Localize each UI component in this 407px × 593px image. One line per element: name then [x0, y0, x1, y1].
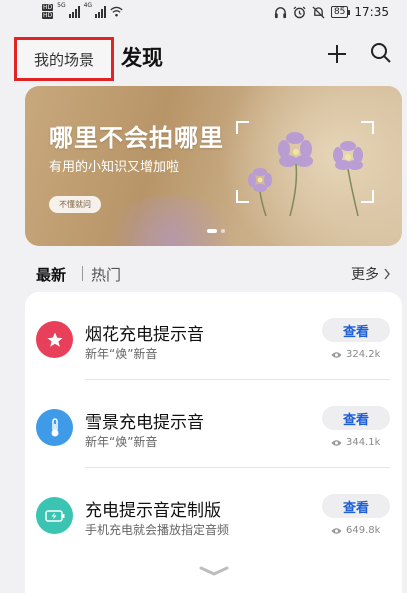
item-description: 新年“焕”新音 — [85, 347, 158, 361]
item-description: 手机充电就会播放指定音频 — [85, 523, 230, 537]
thermometer-icon — [36, 409, 73, 446]
tab-latest[interactable]: 最新 — [36, 264, 66, 285]
status-bar-right: 85 17:35 — [274, 5, 389, 19]
tab-discover[interactable]: 发现 — [121, 42, 163, 72]
headphones-icon — [274, 6, 287, 18]
item-description: 新年“焕”新音 — [85, 435, 158, 449]
app-header: 我的场景 发现 — [0, 28, 407, 84]
wifi-icon — [110, 6, 123, 17]
eye-icon — [331, 527, 342, 534]
banner-subtitle: 有用的小知识又增加啦 — [49, 160, 180, 175]
carousel-dot-active — [207, 229, 217, 233]
alarm-icon — [293, 6, 306, 18]
item-title: 烟花充电提示音 — [85, 325, 204, 345]
battery-charging-icon — [36, 497, 73, 534]
list-tabs: 最新 热门 更多 — [0, 256, 407, 290]
status-bar: HD HD 5G 4G 85 17:35 — [0, 0, 407, 28]
hd-badges: HD HD — [42, 4, 54, 19]
signal-label: 4G — [83, 2, 93, 9]
list-item[interactable]: 雪景充电提示音 新年“焕”新音 查看 344.1k — [25, 380, 402, 468]
banner-title: 哪里不会拍哪里 — [49, 124, 224, 152]
camera-frame-icon — [236, 121, 374, 203]
item-title: 雪景充电提示音 — [85, 413, 204, 433]
signal-label: 5G — [57, 2, 66, 9]
carousel-dot — [221, 229, 225, 233]
view-count-value: 324.2k — [346, 349, 381, 360]
signal-icon — [95, 5, 107, 18]
search-icon[interactable] — [369, 41, 393, 65]
view-count: 344.1k — [331, 437, 380, 448]
view-button[interactable]: 查看 — [322, 318, 390, 342]
status-bar-left: HD HD 5G 4G — [42, 2, 123, 19]
view-count-value: 344.1k — [346, 437, 381, 448]
view-button[interactable]: 查看 — [322, 406, 390, 430]
tab-divider — [82, 266, 83, 281]
more-link[interactable]: 更多 — [351, 264, 391, 284]
view-count: 649.8k — [331, 525, 380, 536]
view-count-value: 649.8k — [346, 525, 381, 536]
list-item[interactable]: 充电提示音定制版 手机充电就会播放指定音频 查看 649.8k — [25, 468, 402, 556]
hd-badge: HD — [42, 4, 54, 11]
signal-icon — [68, 5, 80, 18]
view-count: 324.2k — [331, 349, 380, 360]
carousel-indicator — [207, 229, 225, 233]
mute-bell-icon — [312, 5, 325, 19]
hd-badge: HD — [42, 12, 54, 19]
star-icon — [36, 321, 73, 358]
tab-my-scenes[interactable]: 我的场景 — [14, 37, 114, 81]
chevron-right-icon — [384, 268, 390, 280]
eye-icon — [331, 439, 342, 446]
chevron-down-icon[interactable] — [199, 566, 229, 576]
scene-list-card: 烟花充电提示音 新年“焕”新音 查看 324.2k 雪景充电提示音 新年“焕”新… — [25, 292, 402, 593]
battery-icon: 85 — [330, 6, 351, 18]
eye-icon — [331, 351, 342, 358]
tab-hot[interactable]: 热门 — [91, 264, 121, 285]
clock: 17:35 — [354, 5, 389, 19]
promo-banner[interactable]: 哪里不会拍哪里 有用的小知识又增加啦 不懂就问 — [25, 86, 402, 246]
more-label: 更多 — [351, 267, 379, 283]
view-button[interactable]: 查看 — [322, 494, 390, 518]
item-title: 充电提示音定制版 — [85, 501, 221, 521]
banner-button[interactable]: 不懂就问 — [49, 196, 101, 213]
list-item[interactable]: 烟花充电提示音 新年“焕”新音 查看 324.2k — [25, 292, 402, 380]
add-icon[interactable] — [326, 43, 348, 65]
